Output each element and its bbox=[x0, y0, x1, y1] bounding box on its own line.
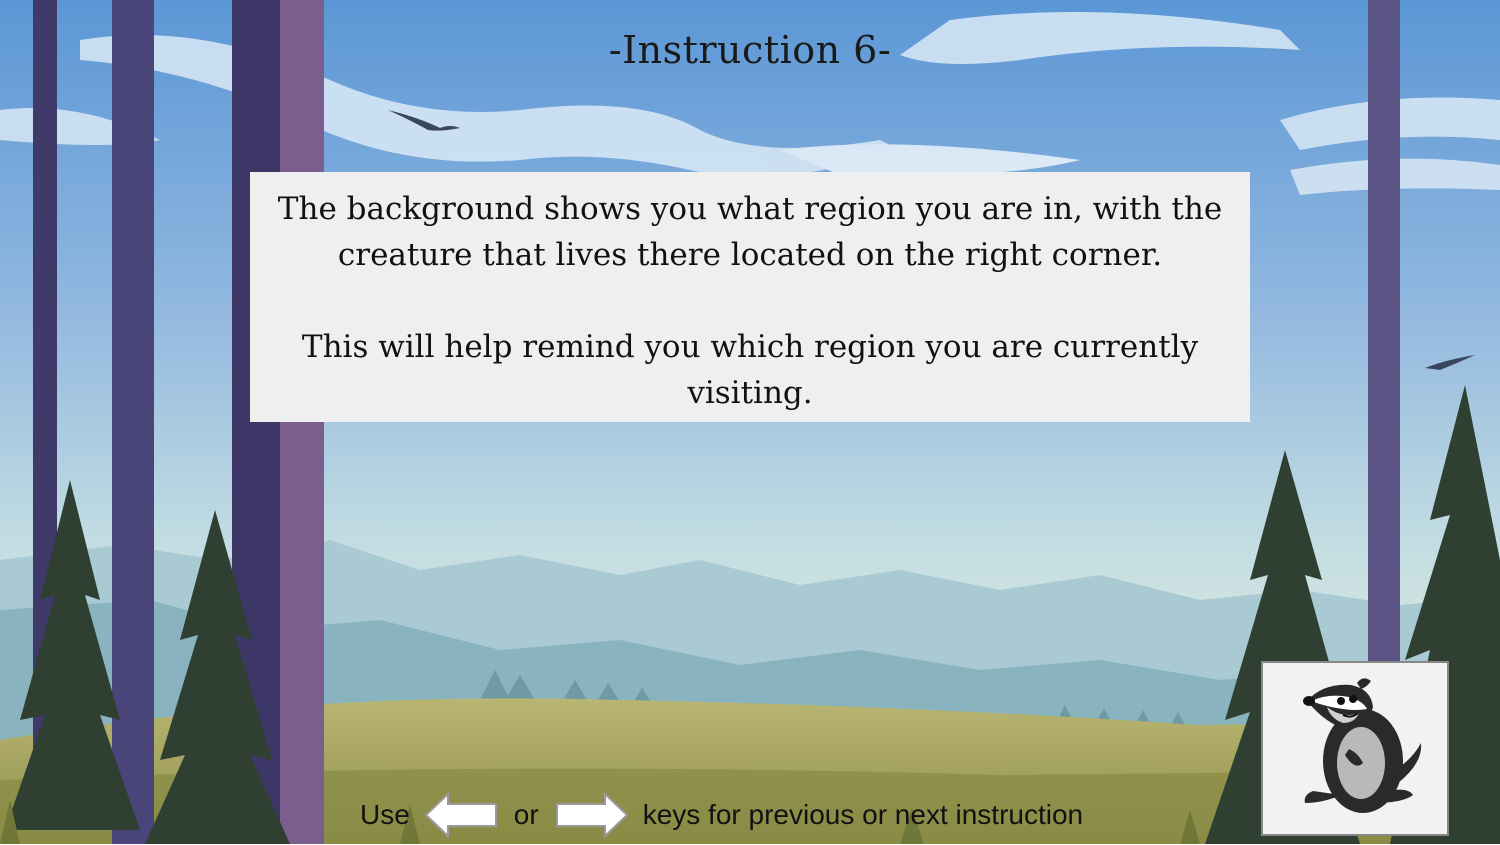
instruction-panel: The background shows you what region you… bbox=[250, 172, 1250, 422]
instruction-title: -Instruction 6- bbox=[608, 28, 892, 72]
right-arrow-key-icon[interactable] bbox=[553, 791, 629, 839]
or-label: or bbox=[513, 799, 539, 830]
left-arrow-key-icon[interactable] bbox=[424, 791, 500, 839]
badger-icon bbox=[1303, 678, 1422, 813]
instruction-paragraph-1: The background shows you what region you… bbox=[277, 191, 1223, 273]
navigation-hint: Use or keys for previous or next instruc… bbox=[360, 790, 1083, 840]
instruction-hint-text: keys for previous or next instruction bbox=[642, 799, 1084, 830]
use-label: Use bbox=[360, 799, 410, 830]
instruction-paragraph-2: This will help remind you which region y… bbox=[301, 329, 1199, 411]
region-creature-card bbox=[1261, 661, 1449, 836]
